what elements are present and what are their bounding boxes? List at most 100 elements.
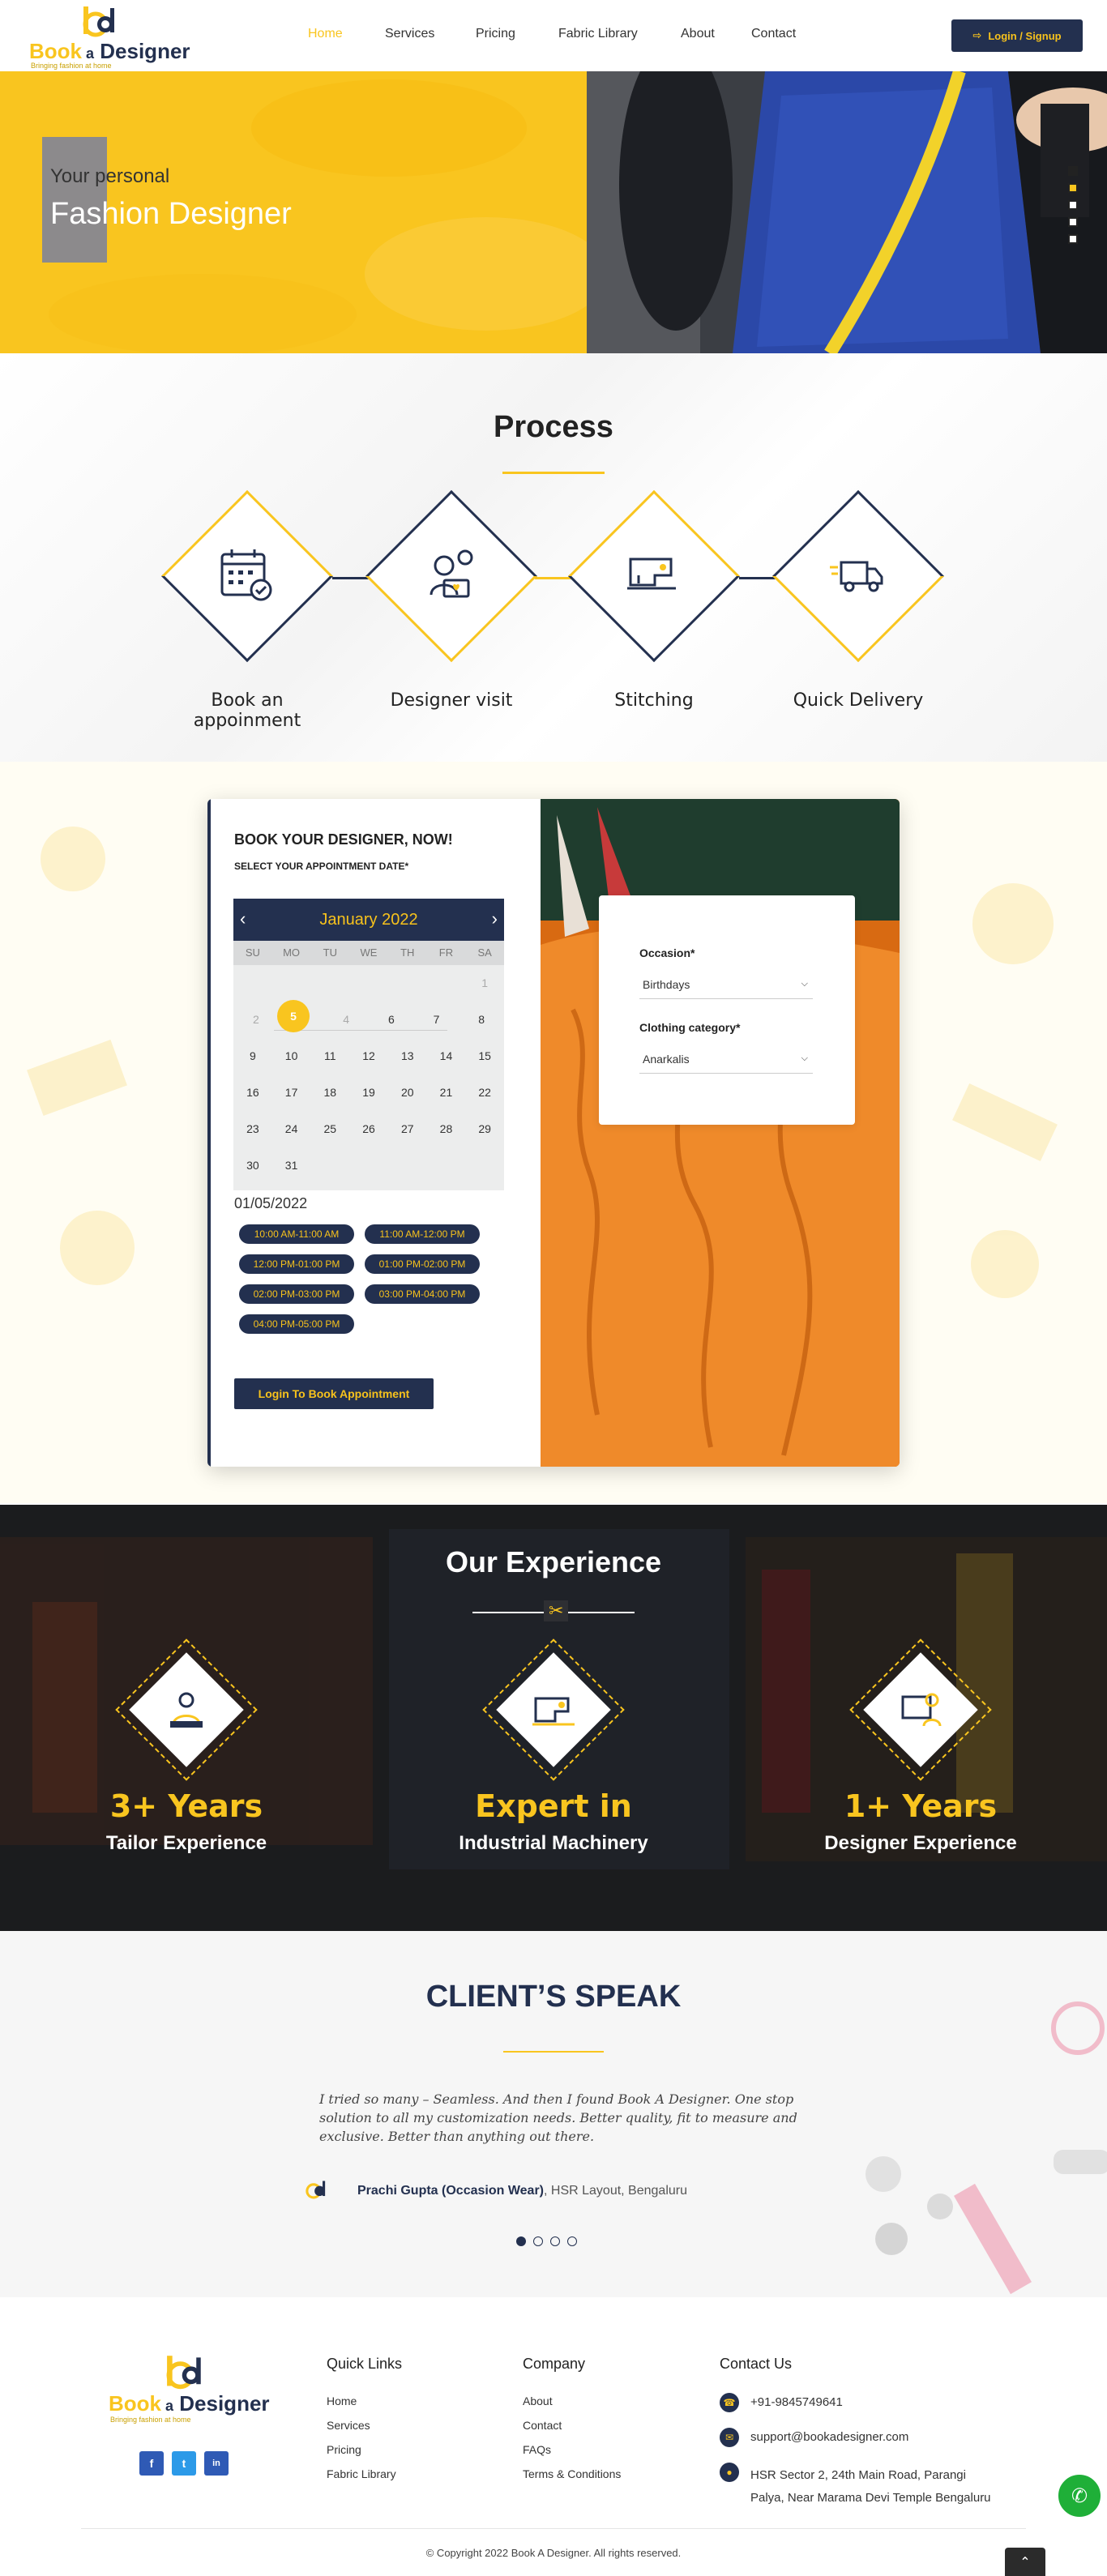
selected-day[interactable]: 5 xyxy=(277,999,310,1032)
hero-line1: Your personal xyxy=(50,165,170,187)
contact-phone[interactable]: +91-9845749641 xyxy=(750,2395,843,2409)
nav-about[interactable]: About xyxy=(681,27,715,41)
nav-contact[interactable]: Contact xyxy=(751,27,796,41)
calendar-day[interactable]: 19 xyxy=(349,1074,388,1111)
process-label: Stitching xyxy=(614,690,694,711)
hero-tailor-photo xyxy=(587,71,1107,353)
contact-heading: Contact Us xyxy=(720,2356,793,2372)
calendar-day[interactable]: 16 xyxy=(233,1074,272,1111)
slide-dot[interactable] xyxy=(1068,217,1078,227)
time-slot[interactable]: 03:00 PM-04:00 PM xyxy=(365,1284,480,1304)
footer-link-faqs[interactable]: FAQs xyxy=(523,2443,551,2456)
instagram-icon[interactable]: in xyxy=(204,2451,229,2476)
calendar-day xyxy=(427,1147,466,1184)
designer-icon xyxy=(430,549,473,598)
scroll-top-button[interactable]: ⌃ xyxy=(1005,2548,1045,2576)
calendar-day[interactable]: 20 xyxy=(388,1074,427,1111)
time-slot[interactable]: 04:00 PM-05:00 PM xyxy=(239,1314,354,1334)
calendar-day[interactable]: 5 xyxy=(274,999,447,1032)
time-slot[interactable]: 11:00 AM-12:00 PM xyxy=(365,1224,480,1244)
time-slot[interactable]: 01:00 PM-02:00 PM xyxy=(365,1254,480,1274)
clothing-category-select[interactable]: Anarkalis ⌵ xyxy=(639,1044,813,1074)
calendar-day[interactable]: 8 xyxy=(459,1002,504,1038)
login-to-book-button[interactable]: Login To Book Appointment xyxy=(234,1378,434,1409)
footer-link-fabric-library[interactable]: Fabric Library xyxy=(327,2467,396,2480)
calendar-day[interactable]: 25 xyxy=(310,1111,349,1147)
calendar-day[interactable]: 15 xyxy=(465,1038,504,1074)
twitter-icon[interactable]: t xyxy=(172,2451,196,2476)
weekday-label: MO xyxy=(283,946,301,959)
footer-link-contact[interactable]: Contact xyxy=(523,2419,562,2432)
testimonial-dot[interactable] xyxy=(533,2236,543,2246)
calendar-day[interactable]: 29 xyxy=(465,1111,504,1147)
nav-pricing[interactable]: Pricing xyxy=(476,27,515,41)
process-label: Designer visit xyxy=(390,690,513,711)
calendar-day[interactable]: 24 xyxy=(272,1111,311,1147)
footer-logo[interactable]: Book a Designer Bringing fashion at home xyxy=(109,2354,271,2424)
prev-month-icon[interactable]: ‹ xyxy=(240,908,246,929)
calendar-day[interactable]: 27 xyxy=(388,1111,427,1147)
calendar-day[interactable]: 18 xyxy=(310,1074,349,1111)
calendar-day[interactable]: 22 xyxy=(465,1074,504,1111)
footer-link-pricing[interactable]: Pricing xyxy=(327,2443,361,2456)
calendar-day[interactable]: 12 xyxy=(349,1038,388,1074)
nav-services[interactable]: Services xyxy=(385,27,434,41)
experience-value: 3+ Years xyxy=(109,1788,263,1824)
footer-link-services[interactable]: Services xyxy=(327,2419,370,2432)
footer-link-terms[interactable]: Terms & Conditions xyxy=(523,2467,621,2480)
testimonial-dot[interactable] xyxy=(567,2236,577,2246)
time-slot[interactable]: 12:00 PM-01:00 PM xyxy=(239,1254,354,1274)
nav-home[interactable]: Home xyxy=(308,27,343,41)
calendar-day[interactable]: 1 xyxy=(465,965,504,1002)
calendar-day[interactable]: 28 xyxy=(427,1111,466,1147)
facebook-icon[interactable]: f xyxy=(139,2451,164,2476)
contact-email[interactable]: support@bookadesigner.com xyxy=(750,2430,908,2444)
experience-label: Designer Experience xyxy=(824,1832,1017,1854)
calendar-weekdays: SU MO TU WE TH FR SA xyxy=(233,941,504,965)
calendar-day[interactable]: 13 xyxy=(388,1038,427,1074)
calendar-day[interactable]: 30 xyxy=(233,1147,272,1184)
footer-link-about[interactable]: About xyxy=(523,2394,553,2407)
process-title: Process xyxy=(494,410,613,444)
calendar-week: 2345678 xyxy=(233,999,504,1038)
calendar-day[interactable]: 9 xyxy=(233,1038,272,1074)
experience-section: Our Experience ✂ 3+ Years Tailor Experie… xyxy=(0,1505,1107,1931)
calendar-day[interactable]: 10 xyxy=(272,1038,311,1074)
brand-tagline: Bringing fashion at home xyxy=(31,62,112,70)
brand-logo[interactable]: Book a Designer Bringing fashion at home xyxy=(29,5,190,70)
login-signup-button[interactable]: ⇨ Login / Signup xyxy=(951,19,1083,52)
footer-link-home[interactable]: Home xyxy=(327,2394,357,2407)
calendar: ‹ January 2022 › SU MO TU WE TH FR SA 12345678… xyxy=(233,899,504,1190)
calendar-day xyxy=(388,1147,427,1184)
time-slot[interactable]: 02:00 PM-03:00 PM xyxy=(239,1284,354,1304)
time-slot[interactable]: 10:00 AM-11:00 AM xyxy=(239,1224,354,1244)
calendar-day[interactable]: 31 xyxy=(272,1147,311,1184)
phone-icon: ☎ xyxy=(720,2393,739,2412)
whatsapp-button[interactable]: ✆ xyxy=(1055,2471,1104,2520)
card-accent xyxy=(207,799,211,1467)
calendar-day[interactable]: 21 xyxy=(427,1074,466,1111)
slide-dot[interactable] xyxy=(1068,183,1078,193)
testimonial-dot[interactable] xyxy=(516,2236,526,2246)
calendar-day[interactable]: 23 xyxy=(233,1111,272,1147)
occasion-select[interactable]: Birthdays ⌵ xyxy=(639,970,813,999)
testimonial-dot[interactable] xyxy=(550,2236,560,2246)
slide-dot[interactable] xyxy=(1068,166,1078,176)
nav-fabric-library[interactable]: Fabric Library xyxy=(558,27,638,41)
clients-underline xyxy=(503,2051,604,2053)
calendar-day[interactable]: 26 xyxy=(349,1111,388,1147)
calendar-day[interactable]: 11 xyxy=(310,1038,349,1074)
testimonials-section: CLIENT’S SPEAK I tried so many – Seamles… xyxy=(0,1931,1107,2297)
whatsapp-icon: ✆ xyxy=(1071,2484,1088,2507)
slide-dot[interactable] xyxy=(1068,200,1078,210)
calendar-day[interactable]: 17 xyxy=(272,1074,311,1111)
slide-dot[interactable] xyxy=(1068,234,1078,244)
calendar-day xyxy=(388,965,427,1002)
login-icon: ⇨ xyxy=(972,29,982,41)
calendar-day[interactable]: 2 xyxy=(233,1002,279,1038)
next-month-icon[interactable]: › xyxy=(492,908,498,929)
hero-slide-dots xyxy=(1068,166,1078,251)
calendar-day[interactable]: 14 xyxy=(427,1038,466,1074)
calendar-day xyxy=(349,1147,388,1184)
weekday-label: WE xyxy=(360,946,378,959)
